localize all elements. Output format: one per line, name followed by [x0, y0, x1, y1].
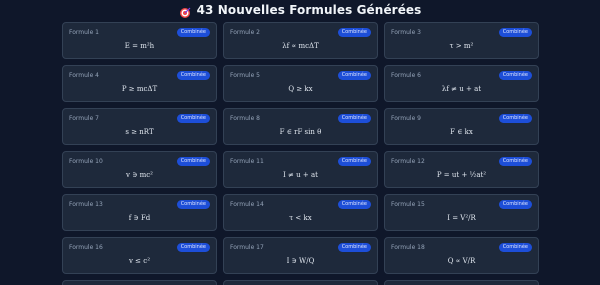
formula-label: Formule 13 — [69, 201, 103, 208]
formula-label: Formule 12 — [391, 158, 425, 165]
combined-badge: Combinée — [176, 157, 210, 166]
combined-badge: Combinée — [176, 71, 210, 80]
combined-badge: Combinée — [337, 243, 371, 252]
combined-badge: Combinée — [498, 200, 532, 209]
formula-label: Formule 17 — [230, 244, 264, 251]
combined-badge: Combinée — [498, 28, 532, 37]
combined-badge: Combinée — [176, 243, 210, 252]
formula-label: Formule 2 — [230, 29, 260, 36]
combined-badge: Combinée — [176, 200, 210, 209]
combined-badge: Combinée — [337, 28, 371, 37]
formula-card[interactable]: Formule 5 Combinée Q ≥ kx — [223, 65, 378, 102]
formula-label: Formule 10 — [69, 158, 103, 165]
formula-text: v ∋ mc² — [126, 171, 153, 179]
formula-label: Formule 1 — [69, 29, 99, 36]
combined-badge: Combinée — [176, 114, 210, 123]
formula-text: I ∋ W/Q — [286, 257, 315, 265]
formula-card[interactable]: Formule 7 Combinée s ≥ nRT — [62, 108, 217, 145]
formula-card[interactable]: Formule 18 Combinée Q ∝ V/R — [384, 237, 539, 274]
formula-card[interactable]: Formule 17 Combinée I ∋ W/Q — [223, 237, 378, 274]
formula-text: I ≠ u + at — [283, 171, 318, 179]
formula-label: Formule 11 — [230, 158, 264, 165]
formula-card[interactable]: Formule 16 Combinée v ≤ c² — [62, 237, 217, 274]
combined-badge: Combinée — [498, 243, 532, 252]
formula-card[interactable]: Formule 6 Combinée λf ≠ u + at — [384, 65, 539, 102]
formula-text: E = m²h — [124, 42, 155, 50]
combined-badge: Combinée — [176, 28, 210, 37]
combined-badge: Combinée — [498, 114, 532, 123]
formula-label: Formule 5 — [230, 72, 260, 79]
combined-badge: Combinée — [498, 157, 532, 166]
combined-badge: Combinée — [337, 200, 371, 209]
page-header: 43 Nouvelles Formules Générées — [0, 0, 600, 20]
formula-card[interactable]: Formule 15 Combinée I = V²/R — [384, 194, 539, 231]
formula-text: Q ≥ kx — [288, 85, 313, 93]
formula-label: Formule 6 — [391, 72, 421, 79]
formula-card-partial[interactable] — [384, 280, 539, 285]
formula-card[interactable]: Formule 11 Combinée I ≠ u + at — [223, 151, 378, 188]
formula-text: F ∈ rF sin θ — [279, 128, 322, 136]
formula-card[interactable]: Formule 9 Combinée F ∈ kx — [384, 108, 539, 145]
formula-card[interactable]: Formule 1 Combinée E = m²h — [62, 22, 217, 59]
formula-text: P = ut + ½at² — [436, 171, 487, 179]
formula-label: Formule 7 — [69, 115, 99, 122]
combined-badge: Combinée — [337, 114, 371, 123]
formula-label: Formule 18 — [391, 244, 425, 251]
combined-badge: Combinée — [337, 157, 371, 166]
formula-card-partial[interactable] — [62, 280, 217, 285]
formula-text: τ > m² — [449, 42, 474, 50]
combined-badge: Combinée — [337, 71, 371, 80]
formula-text: λf ∝ mcΔT — [282, 42, 319, 50]
target-icon — [179, 4, 191, 18]
formula-label: Formule 14 — [230, 201, 264, 208]
formula-text: P ≥ mcΔT — [121, 85, 158, 93]
page: 43 Nouvelles Formules Générées Formule 1… — [0, 0, 600, 285]
combined-badge: Combinée — [498, 71, 532, 80]
formula-label: Formule 16 — [69, 244, 103, 251]
formula-text: I = V²/R — [447, 214, 476, 222]
formula-card[interactable]: Formule 10 Combinée v ∋ mc² — [62, 151, 217, 188]
formula-text: s ≥ nRT — [125, 128, 154, 136]
formula-card[interactable]: Formule 2 Combinée λf ∝ mcΔT — [223, 22, 378, 59]
formula-card[interactable]: Formule 3 Combinée τ > m² — [384, 22, 539, 59]
formula-text: v ≤ c² — [129, 257, 150, 265]
page-title: 43 Nouvelles Formules Générées — [196, 3, 422, 17]
formula-card[interactable]: Formule 12 Combinée P = ut + ½at² — [384, 151, 539, 188]
formula-card[interactable]: Formule 4 Combinée P ≥ mcΔT — [62, 65, 217, 102]
formula-label: Formule 3 — [391, 29, 421, 36]
formula-text: F ∈ kx — [450, 128, 473, 136]
formula-text: λf ≠ u + at — [441, 85, 482, 93]
formula-label: Formule 8 — [230, 115, 260, 122]
formula-card-partial[interactable] — [223, 280, 378, 285]
formula-card[interactable]: Formule 14 Combinée τ < kx — [223, 194, 378, 231]
formula-label: Formule 15 — [391, 201, 425, 208]
formula-grid: Formule 1 Combinée E = m²h Formule 2 Com… — [62, 22, 539, 285]
formula-text: f ∋ Fd — [128, 214, 151, 222]
formula-label: Formule 4 — [69, 72, 99, 79]
formula-card[interactable]: Formule 13 Combinée f ∋ Fd — [62, 194, 217, 231]
formula-text: Q ∝ V/R — [447, 257, 476, 265]
formula-card[interactable]: Formule 8 Combinée F ∈ rF sin θ — [223, 108, 378, 145]
formula-text: τ < kx — [289, 214, 312, 222]
formula-label: Formule 9 — [391, 115, 421, 122]
